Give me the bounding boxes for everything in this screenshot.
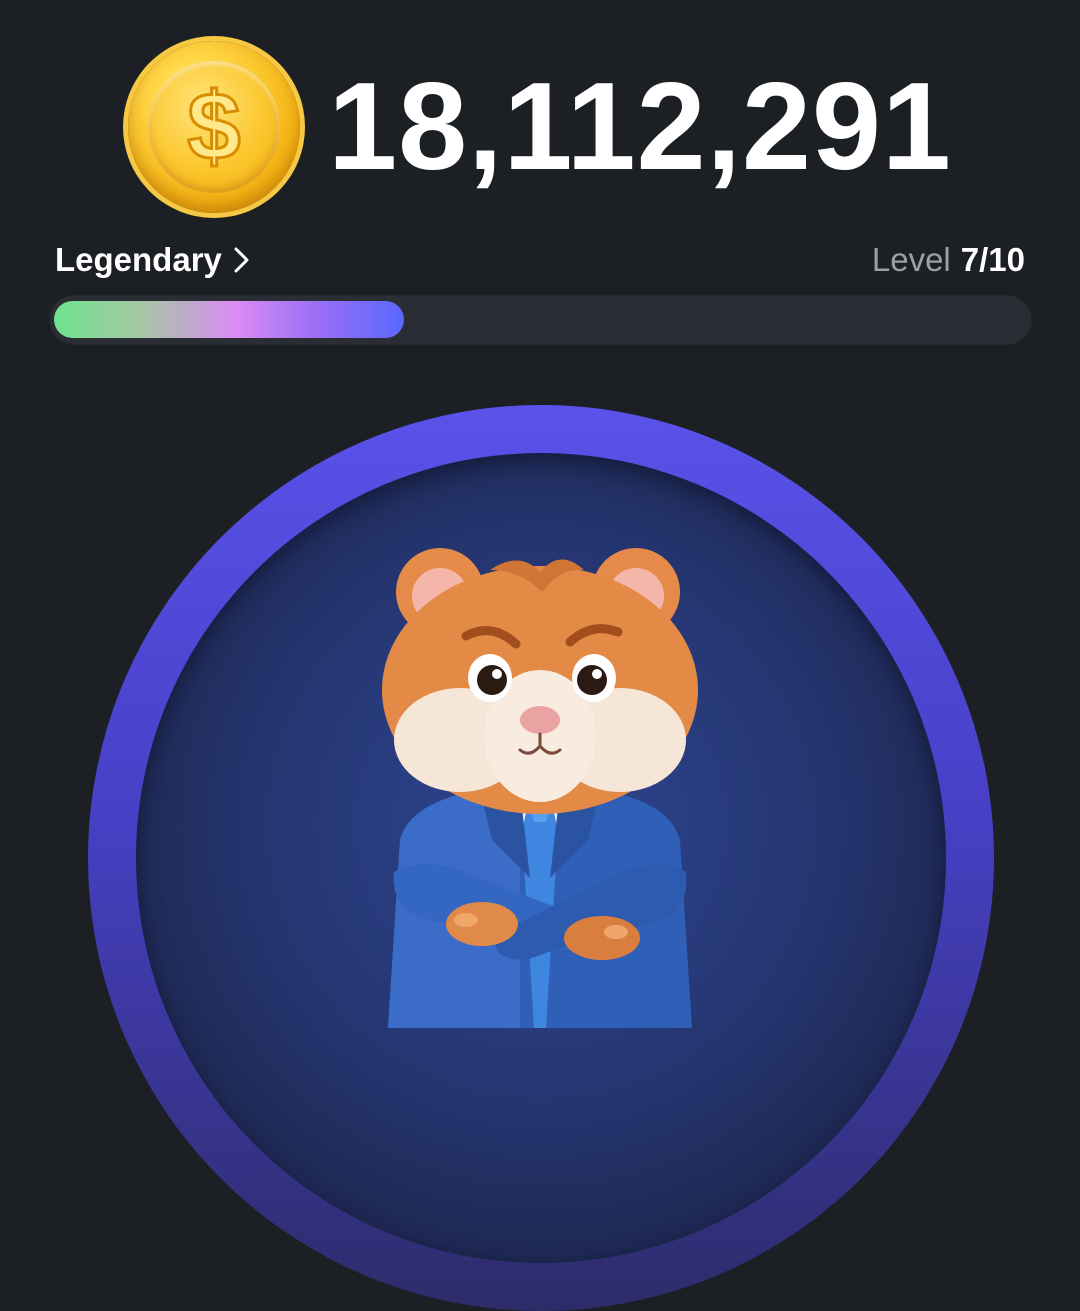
- coin-balance: 18,112,291: [328, 58, 952, 196]
- level-value: 7/10: [960, 241, 1025, 278]
- svg-text:$: $: [187, 73, 240, 180]
- level-row: Legendary Level 7/10: [55, 238, 1025, 282]
- chevron-right-icon: [234, 247, 249, 273]
- balance-row: $ 18,112,291: [0, 38, 1080, 216]
- level-indicator: Level 7/10: [872, 241, 1025, 279]
- level-progress-bar: [49, 295, 1032, 345]
- rank-label: Legendary: [55, 241, 222, 278]
- level-progress-fill: [54, 301, 404, 338]
- rank-link[interactable]: Legendary: [55, 241, 252, 279]
- dollar-coin-icon: $: [128, 41, 301, 213]
- hamster-ceo-mascot: [382, 548, 698, 1028]
- level-label: Level: [871, 241, 951, 278]
